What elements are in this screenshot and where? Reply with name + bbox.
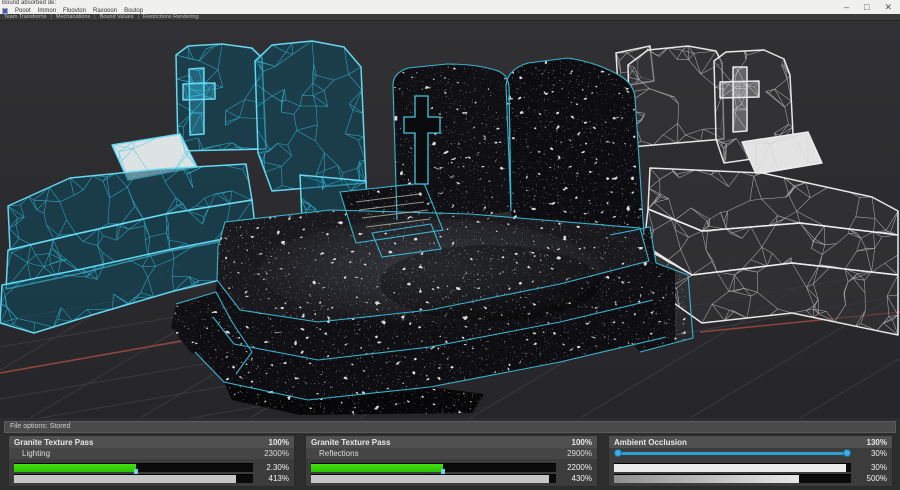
bar-value: 430%: [571, 474, 592, 483]
toolbar: Team Transforms | Mechanations | Bound V…: [0, 14, 900, 21]
panel-title-value: 100%: [571, 437, 592, 447]
panel-granite-texture-1: Granite Texture Pass 100% Lighting 2300%…: [8, 435, 295, 487]
viewport-3d[interactable]: [0, 21, 900, 418]
bar-value: 2200%: [567, 463, 592, 472]
menu-item-5[interactable]: Boutop: [124, 8, 143, 14]
window-title: Bound absorbed de:: [2, 0, 57, 6]
app-icon: [2, 7, 8, 14]
ao-bar-2[interactable]: [614, 474, 851, 483]
toolbar-separator: |: [50, 14, 52, 20]
ao-range-slider-row: 30%: [609, 448, 892, 459]
minimize-button[interactable]: –: [844, 0, 849, 14]
ao-bar-1[interactable]: [614, 463, 851, 472]
panel-title: Granite Texture Pass: [311, 437, 391, 447]
panel-subrow: Lighting 2300%: [9, 448, 294, 459]
subrow-label: Lighting: [22, 449, 51, 458]
subrow-value: 2900%: [567, 449, 592, 458]
panel-header[interactable]: Granite Texture Pass 100%: [306, 436, 597, 448]
panel-subrow: Reflections 2900%: [306, 448, 597, 459]
slider-handle-left[interactable]: [614, 449, 622, 457]
menu-item-3[interactable]: Floovton: [63, 8, 86, 14]
reflections-slider[interactable]: [311, 463, 556, 474]
slider-handle-right[interactable]: [843, 449, 851, 457]
secondary-slider[interactable]: [14, 474, 253, 483]
bar-value: 413%: [268, 474, 289, 483]
panel-title: Ambient Occlusion: [614, 437, 687, 447]
toolbar-separator: |: [94, 14, 96, 20]
window-controls: – □ ✕: [844, 0, 892, 14]
file-options-strip[interactable]: File options: Stored: [4, 421, 896, 433]
panel-title-value: 100%: [268, 437, 289, 447]
panel-ambient-occlusion: Ambient Occlusion 130% 30% 30% 500%: [608, 435, 893, 487]
subrow-label: Reflections: [319, 449, 359, 458]
close-button[interactable]: ✕: [884, 0, 892, 14]
title-bar: Bound absorbed de: Pooot Immon Floovton …: [0, 0, 900, 14]
bar-value: 500%: [866, 474, 887, 483]
slider-value: 30%: [870, 449, 887, 458]
slider-track[interactable]: [616, 452, 849, 455]
panel-title: Granite Texture Pass: [14, 437, 94, 447]
application-window: Bound absorbed de: Pooot Immon Floovton …: [0, 0, 900, 490]
toolbar-tab-4[interactable]: Restrictions Rendering: [143, 14, 199, 20]
ao-range-slider[interactable]: [614, 448, 851, 459]
lighting-slider[interactable]: [14, 463, 253, 474]
secondary-slider[interactable]: [311, 474, 556, 483]
menu-bar: Pooot Immon Floovton Raxooon Boutop: [0, 7, 900, 14]
maximize-button[interactable]: □: [864, 0, 869, 14]
panel-header[interactable]: Granite Texture Pass 100%: [9, 436, 294, 448]
panel-title-value: 130%: [866, 437, 887, 447]
bar-value: 30%: [870, 463, 887, 472]
menu-item-2[interactable]: Immon: [38, 8, 56, 14]
bar-value: 2.30%: [266, 463, 289, 472]
parameter-dock: File options: Stored Granite Texture Pas…: [0, 418, 900, 490]
toolbar-tab-2[interactable]: Mechanations: [56, 14, 90, 20]
toolbar-tab-3[interactable]: Bound Values: [100, 14, 134, 20]
menu-item-4[interactable]: Raxooon: [93, 8, 117, 14]
panel-header[interactable]: Ambient Occlusion 130%: [609, 436, 892, 448]
toolbar-tab-1[interactable]: Team Transforms: [4, 14, 46, 20]
subrow-value: 2300%: [264, 449, 289, 458]
panel-granite-texture-2: Granite Texture Pass 100% Reflections 29…: [305, 435, 598, 487]
menu-item-1[interactable]: Pooot: [15, 8, 31, 14]
toolbar-separator: |: [137, 14, 139, 20]
